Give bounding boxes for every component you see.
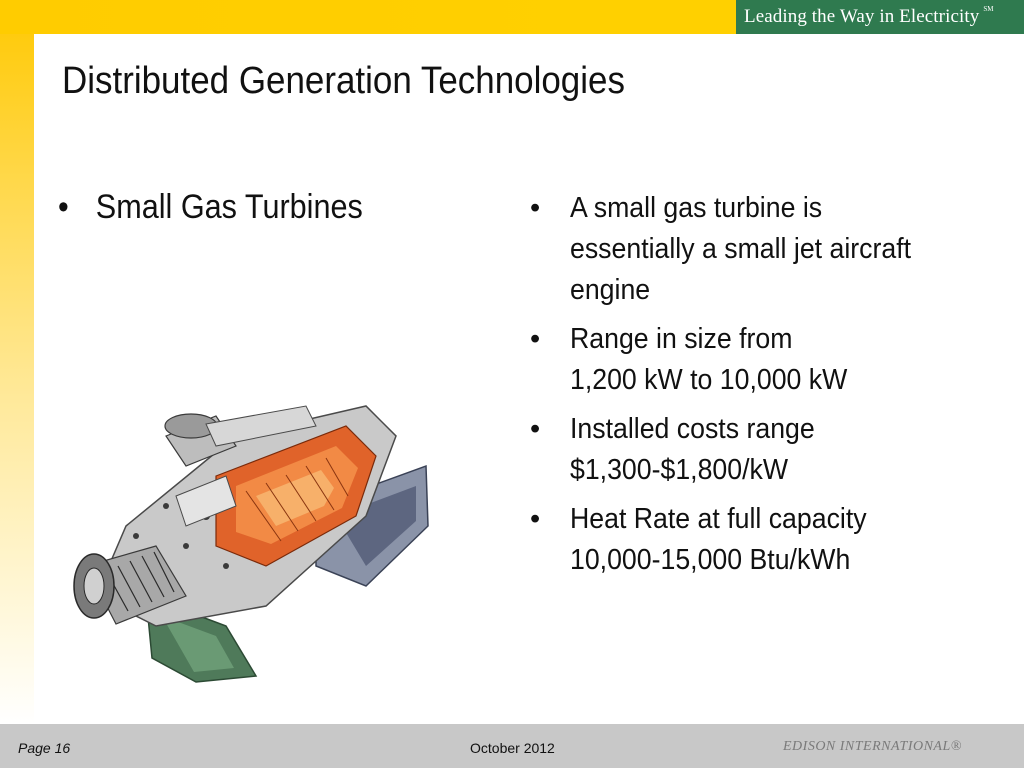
slide-title: Distributed Generation Technologies [62,60,625,102]
right-bullet-item: • Range in size from 1,200 kW to 10,000 … [530,319,1000,401]
bullet-marker: • [530,192,541,224]
tagline-banner: Leading the Way in Electricity SM [736,0,1024,34]
right-bullet-item: • Heat Rate at full capacity 10,000-15,0… [530,499,1000,581]
right-bullet-item: • A small gas turbine is essentially a s… [530,188,1000,311]
bullet-marker: • [530,323,541,355]
tagline-text: Leading the Way in Electricity [744,6,980,27]
right-bullet-list: • A small gas turbine is essentially a s… [530,188,1000,589]
right-bullet-item: • Installed costs range $1,300-$1,800/kW [530,409,1000,491]
bullet-marker: • [530,503,541,535]
right-bullet-text: Heat Rate at full capacity 10,000-15,000… [570,503,867,576]
left-accent-bar [0,0,34,724]
right-bullet-text: Installed costs range $1,300-$1,800/kW [570,413,815,486]
right-bullet-text: A small gas turbine is essentially a sma… [570,192,912,306]
left-bullet-text: Small Gas Turbines [95,188,363,226]
page-number: Page 16 [18,740,71,756]
right-bullet-text: Range in size from 1,200 kW to 10,000 kW [570,323,848,396]
footer-date: October 2012 [470,740,555,756]
bullet-marker: • [58,188,69,226]
left-bullet-list: • Small Gas Turbines [58,188,397,227]
gas-turbine-illustration [73,405,429,683]
bullet-marker: • [530,413,541,445]
company-brand: EDISON INTERNATIONAL® [783,739,962,754]
left-bullet-item: • Small Gas Turbines [58,188,363,227]
service-mark: SM [983,5,994,13]
